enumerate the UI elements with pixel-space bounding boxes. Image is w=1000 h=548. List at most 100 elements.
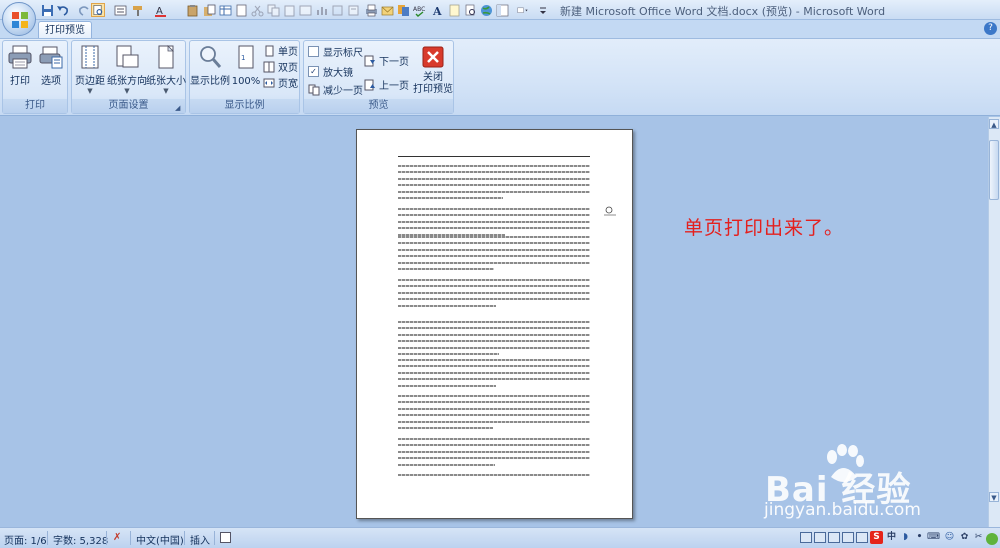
watermark-url: jingyan.baidu.com <box>764 500 921 520</box>
status-insert-mode[interactable]: 插入 <box>190 532 210 547</box>
orientation-button[interactable]: 纸张方向 ▼ <box>107 43 147 97</box>
globe-icon[interactable] <box>479 3 493 17</box>
page-text-line <box>398 327 590 330</box>
paste-icon[interactable] <box>202 3 216 17</box>
page-text-line <box>398 190 590 193</box>
one-page-button[interactable]: 单页 <box>263 44 298 58</box>
page-text-line <box>398 359 590 361</box>
page-text-line <box>398 438 590 440</box>
printer-icon <box>8 45 32 69</box>
next-page-button[interactable]: 下一页 <box>364 54 409 68</box>
show-ruler-box[interactable] <box>308 46 319 57</box>
soft-keyboard-icon[interactable]: ⌨ <box>927 531 940 544</box>
spell-check-icon[interactable]: ABC <box>412 3 426 17</box>
page-text-line <box>398 457 590 460</box>
print-group: 打印 选项 打印 <box>2 40 68 114</box>
options-button[interactable]: 选项 <box>37 43 65 97</box>
preview-group-label: 预览 <box>304 99 453 113</box>
find-icon[interactable] <box>463 3 477 17</box>
previous-page-button[interactable]: 上一页 <box>364 78 409 92</box>
copy-icon[interactable] <box>266 3 280 17</box>
qat-dropdown-icon[interactable] <box>538 3 548 17</box>
punctuation-icon[interactable]: • <box>913 531 926 544</box>
margins-button[interactable]: 页边距 ▼ <box>74 43 106 97</box>
help-icon[interactable]: ? <box>984 22 997 35</box>
cut-icon[interactable] <box>250 3 264 17</box>
print-layout-view-icon[interactable] <box>800 532 812 543</box>
print-preview-icon[interactable] <box>91 3 105 17</box>
zoom-plus-icon[interactable] <box>986 533 998 545</box>
zoom-group-label: 显示比例 <box>190 99 299 113</box>
status-language[interactable]: 中文(中国) <box>136 532 184 547</box>
magnifier-box[interactable]: ✓ <box>308 66 319 77</box>
office-button[interactable] <box>2 2 36 36</box>
user-icon[interactable]: ☺ <box>943 531 956 544</box>
document-page[interactable] <box>356 129 633 519</box>
zoom-button[interactable]: 显示比例 <box>190 43 230 97</box>
outline-view-icon[interactable] <box>842 532 854 543</box>
scroll-up-icon[interactable]: ▲ <box>989 119 999 129</box>
web-layout-view-icon[interactable] <box>828 532 840 543</box>
chinese-mode-icon[interactable]: 中 <box>885 531 898 544</box>
tab-print-preview[interactable]: 打印预览 <box>38 21 92 39</box>
page-layout-icon[interactable] <box>113 3 127 17</box>
full-screen-view-icon[interactable] <box>814 532 826 543</box>
magnifier-checkbox[interactable]: ✓ 放大镜 <box>308 65 353 79</box>
document-map-icon[interactable] <box>495 3 509 17</box>
page-text-line <box>398 227 590 230</box>
paste-special-icon[interactable] <box>282 3 296 17</box>
sogou-ime-icon[interactable]: S <box>870 531 883 544</box>
macro-record-icon[interactable] <box>220 532 231 543</box>
insert-shape-icon[interactable] <box>330 3 344 17</box>
tools-icon[interactable]: ✂ <box>972 531 985 544</box>
insert-chart-icon[interactable] <box>314 3 328 17</box>
zoom-100-button[interactable]: 1 100% <box>230 43 262 97</box>
table-icon[interactable] <box>218 3 232 17</box>
bold-a-icon[interactable]: A <box>430 3 444 17</box>
draft-view-icon[interactable] <box>856 532 868 543</box>
page-text-line <box>398 420 590 423</box>
save-icon[interactable] <box>40 3 54 17</box>
research-icon[interactable] <box>396 3 410 17</box>
format-painter-icon[interactable] <box>130 3 144 17</box>
print-icon[interactable] <box>364 3 378 17</box>
skin-icon[interactable]: ✿ <box>958 531 971 544</box>
insert-textbox-icon[interactable] <box>346 3 360 17</box>
document-icon[interactable] <box>234 3 248 17</box>
show-ruler-checkbox[interactable]: 显示标尺 <box>308 45 363 59</box>
page-text-line <box>398 474 590 476</box>
page-width-button[interactable]: 页宽 <box>263 76 298 90</box>
vertical-scrollbar-thumb[interactable] <box>989 140 999 200</box>
insert-picture-icon[interactable] <box>298 3 312 17</box>
proofing-icon[interactable]: ✗ <box>113 532 121 543</box>
close-icon <box>422 46 444 68</box>
page-text-line <box>398 242 590 245</box>
previous-page-icon <box>364 79 375 90</box>
two-pages-button[interactable]: 双页 <box>263 60 298 74</box>
shrink-one-page-button[interactable]: 减少一页 <box>308 83 363 97</box>
email-icon[interactable] <box>380 3 394 17</box>
redo-icon[interactable] <box>77 3 91 17</box>
size-button[interactable]: 纸张大小 ▼ <box>146 43 186 97</box>
customize-icon[interactable] <box>512 3 534 17</box>
page-text-line <box>398 365 590 368</box>
page-text-line <box>398 414 590 417</box>
clipboard-icon[interactable] <box>185 3 199 17</box>
page-text-line <box>398 321 590 323</box>
page-text-line <box>398 384 496 387</box>
status-word-count[interactable]: 字数: 5,328 <box>53 532 108 547</box>
status-page[interactable]: 页面: 1/6 <box>4 532 47 547</box>
font-color-icon[interactable]: A <box>153 3 167 17</box>
print-button[interactable]: 打印 <box>6 43 34 97</box>
undo-icon[interactable] <box>55 3 69 17</box>
status-separator <box>130 531 131 545</box>
scroll-down-icon[interactable]: ▼ <box>989 492 999 502</box>
close-preview-button[interactable]: 关闭 打印预览 <box>412 43 454 97</box>
page-text-line <box>398 255 590 258</box>
page-text-line <box>398 268 494 270</box>
orientation-icon <box>116 45 139 68</box>
half-width-icon[interactable]: ◗ <box>899 531 912 544</box>
page-setup-launcher-icon[interactable]: ◢ <box>175 104 183 112</box>
page-text-line <box>398 401 590 404</box>
notes-icon[interactable] <box>447 3 461 17</box>
